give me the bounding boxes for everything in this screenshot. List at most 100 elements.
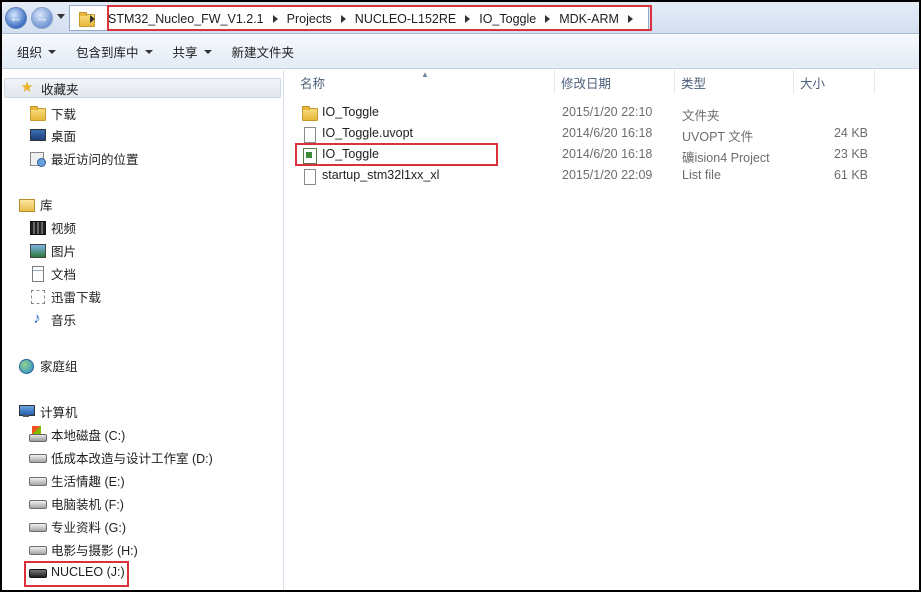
- nav-label: 低成本改造与设计工作室 (D:): [51, 451, 213, 466]
- column-header-date[interactable]: 修改日期: [556, 70, 675, 94]
- download-icon: [29, 288, 45, 304]
- music-icon: ♪: [33, 310, 41, 327]
- new-folder-label: 新建文件夹: [231, 46, 295, 60]
- file-type: 礦ision4 Project: [682, 151, 770, 165]
- file-size: 24 KB: [833, 126, 868, 140]
- drive-icon: [29, 449, 47, 465]
- navigation-pane: ★ 收藏夹 下载 桌面 最近访问的位置 库 视频 图片 文档 迅雷下载 ♪ 音乐 家…: [2, 70, 284, 590]
- forward-button[interactable]: →: [31, 7, 53, 29]
- file-name: IO_Toggle.uvopt: [322, 126, 414, 140]
- nav-label: 电脑装机 (F:): [51, 497, 124, 512]
- nav-label: 计算机: [40, 405, 78, 420]
- file-date: 2014/6/20 16:18: [562, 126, 653, 140]
- chevron-down-icon: [203, 49, 212, 54]
- drive-icon: [29, 495, 47, 511]
- command-toolbar: 组织 包含到库中 共享 新建文件夹: [2, 35, 919, 69]
- computer-icon: [18, 403, 35, 419]
- system-drive-icon: [29, 426, 47, 442]
- include-in-library-menu[interactable]: 包含到库中: [76, 42, 153, 61]
- column-label: 大小: [800, 76, 826, 91]
- nav-pictures[interactable]: 图片: [29, 240, 76, 260]
- document-icon: [301, 126, 317, 143]
- nav-drive-h[interactable]: 电影与摄影 (H:): [29, 539, 138, 559]
- picture-icon: [29, 242, 46, 258]
- video-icon: [29, 219, 46, 235]
- nav-label: 电影与摄影 (H:): [51, 543, 138, 558]
- file-row[interactable]: IO_Toggle 2015/1/20 22:10 文件夹: [295, 102, 905, 123]
- file-type: 文件夹: [682, 109, 720, 123]
- folder-icon: [301, 105, 318, 121]
- chevron-down-icon: [144, 49, 153, 54]
- file-date: 2015/1/20 22:09: [562, 168, 653, 182]
- share-label: 共享: [172, 46, 198, 60]
- file-list: ▲ 名称 修改日期 类型 大小 IO_Toggle 2015/1/20 22:1…: [285, 70, 919, 590]
- column-label: 名称: [300, 76, 326, 91]
- file-size: 23 KB: [833, 147, 868, 161]
- organize-label: 组织: [17, 46, 43, 60]
- nav-label: 收藏夹: [41, 82, 79, 97]
- share-menu[interactable]: 共享: [173, 42, 212, 61]
- highlight-box: [107, 5, 652, 31]
- desktop-icon: [29, 127, 46, 143]
- nav-label: 图片: [51, 244, 77, 259]
- column-label: 类型: [681, 76, 707, 91]
- address-bar: ← → STM32_Nucleo_FW_V1.2.1 Projects NUCL…: [2, 2, 919, 34]
- nav-downloads[interactable]: 下载: [29, 103, 76, 123]
- column-header-name[interactable]: 名称: [295, 70, 555, 94]
- downloads-folder-icon: [29, 105, 46, 121]
- column-header-type[interactable]: 类型: [676, 70, 794, 94]
- file-row[interactable]: startup_stm32l1xx_xl 2015/1/20 22:09 Lis…: [295, 165, 905, 186]
- organize-menu[interactable]: 组织: [17, 42, 57, 61]
- new-folder-button[interactable]: 新建文件夹: [232, 42, 295, 61]
- homegroup-icon: [18, 357, 34, 374]
- nav-favorites[interactable]: ★ 收藏夹: [4, 78, 281, 98]
- nav-label: 音乐: [51, 313, 77, 328]
- nav-label: 下载: [51, 107, 77, 122]
- drive-icon: [29, 472, 47, 488]
- nav-desktop[interactable]: 桌面: [29, 125, 76, 145]
- file-row[interactable]: IO_Toggle.uvopt 2014/6/20 16:18 UVOPT 文件…: [295, 123, 905, 144]
- nav-computer[interactable]: 计算机: [18, 401, 78, 421]
- nav-label: 视频: [51, 221, 77, 236]
- nav-xunlei[interactable]: 迅雷下载: [29, 286, 101, 306]
- recent-places-icon: [29, 150, 46, 167]
- star-icon: ★: [20, 79, 34, 96]
- drive-icon: [29, 518, 47, 534]
- nav-drive-e[interactable]: 生活情趣 (E:): [29, 470, 125, 490]
- document-icon: [29, 265, 45, 282]
- nav-label: 生活情趣 (E:): [51, 474, 125, 489]
- nav-recent[interactable]: 最近访问的位置: [29, 148, 139, 168]
- nav-label: 文档: [51, 267, 77, 282]
- nav-homegroup[interactable]: 家庭组: [18, 355, 78, 375]
- library-icon: [18, 196, 35, 212]
- nav-documents[interactable]: 文档: [29, 263, 76, 283]
- file-size: 61 KB: [833, 168, 868, 182]
- nav-videos[interactable]: 视频: [29, 217, 76, 237]
- chevron-down-icon: [48, 49, 57, 54]
- nav-drive-c[interactable]: 本地磁盘 (C:): [29, 424, 125, 444]
- file-type: List file: [682, 168, 721, 182]
- nav-label: 最近访问的位置: [51, 152, 139, 167]
- nav-label: 专业资料 (G:): [51, 520, 126, 535]
- file-type: UVOPT 文件: [682, 130, 754, 144]
- nav-drive-d[interactable]: 低成本改造与设计工作室 (D:): [29, 447, 213, 467]
- nav-label: 迅雷下载: [51, 290, 102, 305]
- column-label: 修改日期: [561, 76, 612, 91]
- file-name: IO_Toggle: [322, 105, 379, 119]
- nav-label: 本地磁盘 (C:): [51, 428, 126, 443]
- file-name: startup_stm32l1xx_xl: [322, 168, 440, 182]
- recent-pages-dropdown[interactable]: [57, 14, 65, 19]
- drive-icon: [29, 541, 47, 557]
- chevron-right-icon[interactable]: [90, 15, 95, 23]
- nav-label: 家庭组: [40, 359, 78, 374]
- column-header-size[interactable]: 大小: [795, 70, 875, 94]
- include-library-label: 包含到库中: [76, 46, 139, 60]
- nav-label: 桌面: [51, 129, 77, 144]
- nav-drive-g[interactable]: 专业资料 (G:): [29, 516, 126, 536]
- file-date: 2014/6/20 16:18: [562, 147, 653, 161]
- nav-label: 库: [40, 198, 53, 213]
- nav-libraries[interactable]: 库: [18, 194, 53, 214]
- back-button[interactable]: ←: [5, 7, 27, 29]
- nav-drive-f[interactable]: 电脑装机 (F:): [29, 493, 124, 513]
- nav-music[interactable]: ♪ 音乐: [29, 309, 76, 329]
